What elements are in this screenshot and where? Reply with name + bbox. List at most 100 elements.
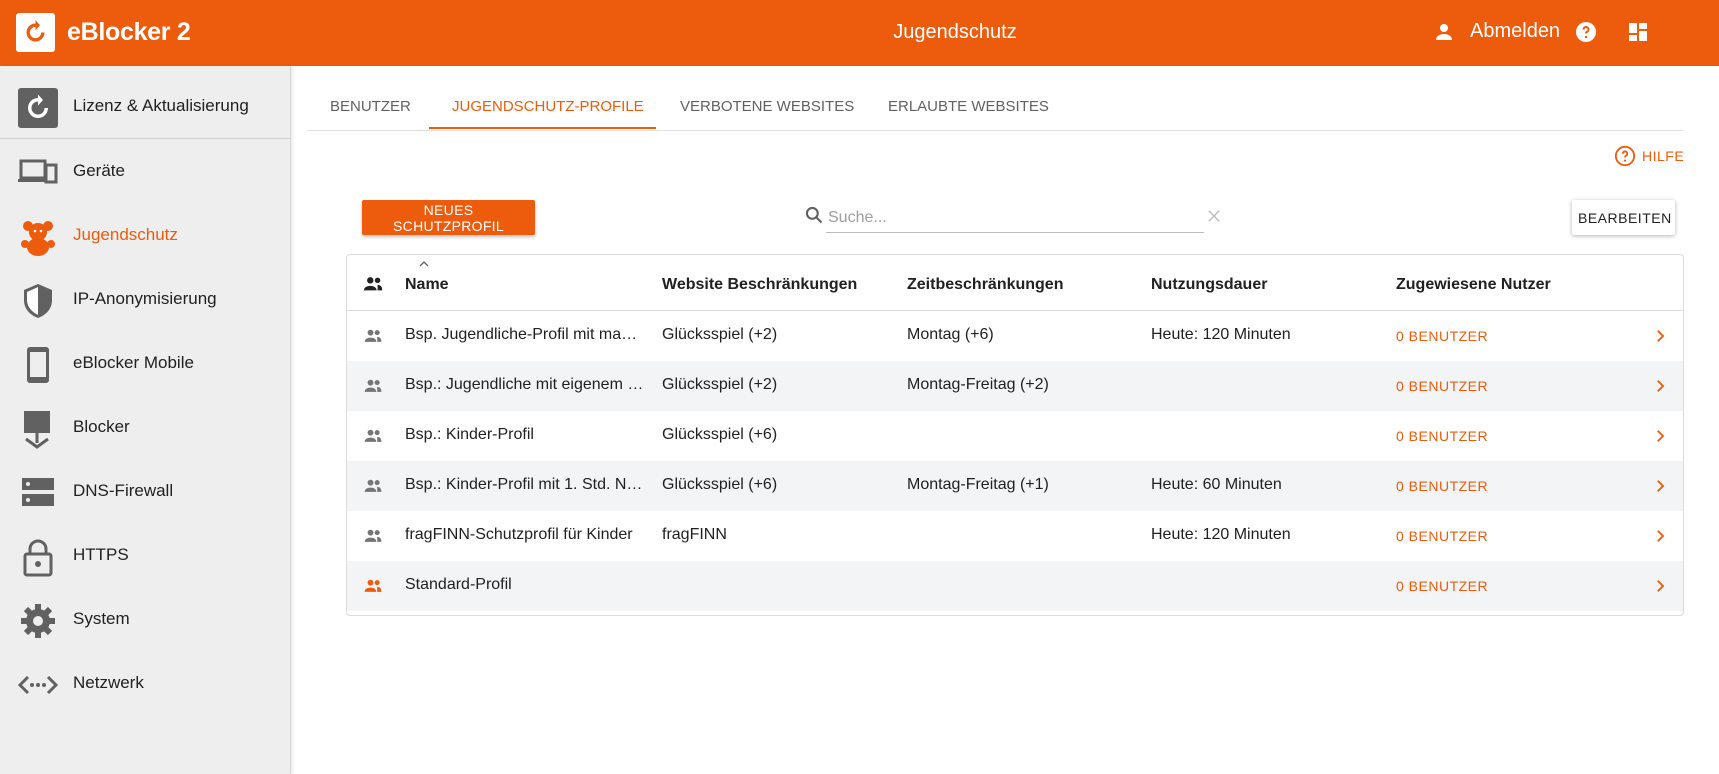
search-input[interactable] bbox=[826, 204, 1204, 233]
column-header-name[interactable]: Name bbox=[405, 276, 449, 294]
sidebar-item-https[interactable]: HTTPS bbox=[0, 523, 290, 587]
edit-button[interactable]: BEARBEITEN bbox=[1572, 200, 1675, 235]
table-row[interactable]: Bsp. Jugendliche-Profil mit maximaler Nu… bbox=[347, 311, 1683, 361]
usage-duration: Heute: 120 Minuten bbox=[1151, 326, 1291, 343]
logo-icon bbox=[26, 20, 45, 42]
dns-icon bbox=[22, 478, 54, 506]
usage-duration: Heute: 120 Minuten bbox=[1151, 526, 1291, 543]
sort-ascending-icon[interactable] bbox=[419, 260, 429, 267]
chevron-right-icon[interactable] bbox=[1651, 426, 1669, 446]
assigned-users-link[interactable]: 0 BENUTZER bbox=[1396, 478, 1488, 494]
group-icon bbox=[364, 579, 382, 592]
column-header-usage[interactable]: Nutzungsdauer bbox=[1151, 276, 1267, 294]
assigned-users-link[interactable]: 0 BENUTZER bbox=[1396, 328, 1488, 344]
profile-name: Bsp.: Jugendliche mit eigenem Gerät bbox=[405, 376, 645, 393]
user-icon[interactable] bbox=[1432, 20, 1456, 44]
sidebar-item-system[interactable]: System bbox=[0, 587, 290, 651]
chevron-right-icon[interactable] bbox=[1651, 476, 1669, 496]
chevron-right-icon[interactable] bbox=[1651, 326, 1669, 346]
website-restrictions: Glücksspiel (+2) bbox=[662, 376, 778, 393]
profiles-table: Name Website Beschränkungen Zeitbeschrän… bbox=[346, 254, 1684, 616]
dashboard-icon[interactable] bbox=[1626, 20, 1650, 44]
group-icon bbox=[363, 277, 383, 291]
help-icon[interactable] bbox=[1574, 20, 1598, 44]
profile-name: Standard-Profil bbox=[405, 576, 512, 593]
column-header-website[interactable]: Website Beschränkungen bbox=[662, 276, 857, 294]
sidebar-item-label: Lizenz & Aktualisierung bbox=[73, 96, 249, 115]
table-row[interactable]: fragFINN-Schutzprofil für Kinder fragFIN… bbox=[347, 511, 1683, 561]
blocker-icon bbox=[24, 411, 50, 449]
column-header-time[interactable]: Zeitbeschränkungen bbox=[907, 276, 1063, 294]
website-restrictions: Glücksspiel (+2) bbox=[662, 326, 778, 343]
sidebar-item-devices[interactable]: Geräte bbox=[0, 139, 290, 203]
sidebar-item-label: Jugendschutz bbox=[73, 225, 178, 244]
sidebar-item-label: IP-Anonymisierung bbox=[73, 289, 217, 308]
sidebar-item-label: eBlocker Mobile bbox=[73, 353, 194, 372]
sidebar: Lizenz & Aktualisierung Geräte Jugendsch… bbox=[0, 66, 291, 774]
lock-icon bbox=[23, 539, 53, 577]
profile-name: Bsp. Jugendliche-Profil mit maximaler Nu… bbox=[405, 326, 645, 343]
sidebar-item-label: HTTPS bbox=[73, 545, 129, 564]
assigned-users-link[interactable]: 0 BENUTZER bbox=[1396, 378, 1488, 394]
time-restrictions: Montag (+6) bbox=[907, 326, 994, 343]
assigned-users-link[interactable]: 0 BENUTZER bbox=[1396, 428, 1488, 444]
network-icon bbox=[18, 675, 58, 695]
sidebar-item-label: Geräte bbox=[73, 161, 125, 180]
tab-youth-profiles[interactable]: JUGENDSCHUTZ-PROFILE bbox=[452, 98, 644, 115]
tab-users[interactable]: BENUTZER bbox=[330, 98, 411, 115]
new-profile-button[interactable]: NEUES SCHUTZPROFIL bbox=[362, 200, 535, 235]
profile-name: Bsp.: Kinder-Profil bbox=[405, 426, 534, 443]
sidebar-item-eblocker-mobile[interactable]: eBlocker Mobile bbox=[0, 331, 290, 395]
teddy-bear-icon bbox=[21, 221, 55, 256]
sidebar-item-network[interactable]: Netzwerk bbox=[0, 651, 290, 715]
tab-blocked-websites[interactable]: VERBOTENE WEBSITES bbox=[680, 98, 854, 115]
assigned-users-link[interactable]: 0 BENUTZER bbox=[1396, 528, 1488, 544]
help-circle-icon bbox=[1614, 145, 1636, 167]
assigned-users-link[interactable]: 0 BENUTZER bbox=[1396, 578, 1488, 594]
refresh-icon bbox=[18, 88, 58, 128]
website-restrictions: Glücksspiel (+6) bbox=[662, 426, 778, 443]
time-restrictions: Montag-Freitag (+2) bbox=[907, 376, 1049, 393]
table-row[interactable]: Bsp.: Kinder-Profil mit 1. Std. Nutzungs… bbox=[347, 461, 1683, 511]
chevron-right-icon[interactable] bbox=[1651, 376, 1669, 396]
app-title: eBlocker 2 bbox=[67, 18, 191, 46]
sidebar-item-dns-firewall[interactable]: DNS-Firewall bbox=[0, 459, 290, 523]
table-row[interactable]: Bsp.: Kinder-Profil Glücksspiel (+6) 0 B… bbox=[347, 411, 1683, 461]
phone-icon bbox=[27, 347, 49, 383]
help-label: HILFE bbox=[1642, 148, 1685, 164]
usage-duration: Heute: 60 Minuten bbox=[1151, 476, 1282, 493]
group-icon bbox=[364, 379, 382, 392]
group-icon bbox=[364, 329, 382, 342]
sidebar-item-youth-protection[interactable]: Jugendschutz bbox=[0, 203, 290, 267]
gear-icon bbox=[21, 604, 55, 638]
clear-search-icon[interactable] bbox=[1205, 207, 1223, 225]
group-icon bbox=[364, 529, 382, 542]
sidebar-item-label: DNS-Firewall bbox=[73, 481, 174, 500]
page-title: Jugendschutz bbox=[893, 21, 1017, 43]
table-row[interactable]: Bsp.: Jugendliche mit eigenem Gerät Glüc… bbox=[347, 361, 1683, 411]
column-header-users[interactable]: Zugewiesene Nutzer bbox=[1396, 276, 1551, 294]
sidebar-item-license[interactable]: Lizenz & Aktualisierung bbox=[0, 74, 290, 138]
table-header: Name Website Beschränkungen Zeitbeschrän… bbox=[347, 255, 1683, 311]
eblocker-logo[interactable] bbox=[16, 13, 55, 52]
sidebar-item-label: Netzwerk bbox=[73, 673, 144, 692]
profile-name: Bsp.: Kinder-Profil mit 1. Std. Nutzungs… bbox=[405, 476, 645, 493]
sidebar-item-label: Blocker bbox=[73, 417, 130, 436]
table-row[interactable]: Standard-Profil 0 BENUTZER bbox=[347, 561, 1683, 611]
shield-icon bbox=[24, 284, 52, 318]
website-restrictions: fragFINN bbox=[662, 526, 727, 543]
sidebar-item-blocker[interactable]: Blocker bbox=[0, 395, 290, 459]
sidebar-item-label: System bbox=[73, 609, 130, 628]
active-tab-indicator bbox=[429, 127, 656, 129]
profile-name: fragFINN-Schutzprofil für Kinder bbox=[405, 526, 633, 543]
top-bar: eBlocker 2 Jugendschutz Abmelden bbox=[0, 0, 1719, 66]
devices-icon bbox=[18, 159, 58, 184]
chevron-right-icon[interactable] bbox=[1651, 526, 1669, 546]
logout-button[interactable]: Abmelden bbox=[1470, 20, 1560, 43]
group-icon bbox=[364, 429, 382, 442]
chevron-right-icon[interactable] bbox=[1651, 576, 1669, 596]
sidebar-item-ip-anonymization[interactable]: IP-Anonymisierung bbox=[0, 267, 290, 331]
tab-allowed-websites[interactable]: ERLAUBTE WEBSITES bbox=[888, 98, 1049, 115]
time-restrictions: Montag-Freitag (+1) bbox=[907, 476, 1049, 493]
group-icon bbox=[364, 479, 382, 492]
